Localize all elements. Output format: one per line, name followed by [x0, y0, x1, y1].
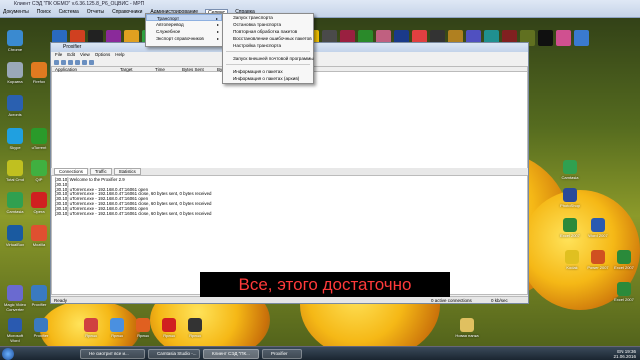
proxifier-menu-view[interactable]: View — [80, 52, 90, 58]
menu-item-packet-info[interactable]: Информация о пакетах — [223, 68, 313, 75]
menu-item-transport-settings[interactable]: Настройка транспорта — [223, 42, 313, 49]
start-button[interactable] — [2, 348, 14, 360]
toolbar-icon[interactable] — [54, 59, 59, 65]
desktop-icon-trash[interactable]: Корзина — [0, 62, 30, 84]
toolbar-icon[interactable] — [68, 59, 73, 65]
desktop-icon-excel[interactable]: Excel 2007 — [558, 218, 582, 238]
column-application[interactable]: Application — [55, 67, 77, 72]
menu-item-start-mail-program[interactable]: Запуск внешней почтовой программы — [223, 55, 314, 62]
column-time[interactable]: Time — [155, 67, 165, 72]
taskbar-item[interactable]: Proxifier — [262, 349, 302, 359]
taskbar: Не смотрит все и... Camtasia Studio -...… — [0, 346, 640, 360]
desktop-icon-proxifier-bottom[interactable]: Proxifier — [28, 318, 54, 338]
menu-item-packet-info-archive[interactable]: Информация о пакетах (архив) — [223, 75, 313, 82]
app-icon[interactable] — [556, 30, 571, 46]
chevron-right-icon: ▸ — [216, 22, 219, 27]
menu-system[interactable]: Система — [58, 9, 80, 17]
desktop-icon-shortcut[interactable]: Ярлык — [156, 318, 182, 338]
proxifier-menu-options[interactable]: Options — [95, 52, 111, 58]
taskbar-item-active[interactable]: Клиент СЭД "ПК... — [203, 349, 259, 359]
desktop-icon-chrome[interactable]: Chrome — [0, 30, 30, 52]
desktop-icon-camtasia-right[interactable]: Camtasia — [558, 160, 582, 180]
chevron-right-icon: ▸ — [216, 36, 219, 41]
desktop-icon-excel-3[interactable]: Excel 2007 — [612, 282, 636, 302]
menu-separator — [226, 64, 310, 66]
menu-item-service[interactable]: Служебное ▸ — [146, 28, 222, 35]
tab-connections[interactable]: Connections — [54, 168, 88, 175]
toolbar-icon[interactable] — [61, 59, 66, 65]
status-rate: 0 kb/sec — [491, 298, 508, 303]
video-caption: Все, этого достаточно — [200, 272, 450, 297]
tab-traffic[interactable]: Traffic — [89, 168, 112, 175]
desktop-icon-word-bottom[interactable]: Microsoft Word — [2, 318, 28, 343]
menu-directories[interactable]: Справочники — [111, 9, 143, 17]
app-icon[interactable] — [574, 30, 589, 46]
app-menubar: Клиент СЭД "ПК ОЕМО" v.6.36.125.8_P6_OЦВ… — [0, 0, 640, 18]
toolbar-icon[interactable] — [75, 59, 80, 65]
menu-documents[interactable]: Документы — [2, 9, 30, 17]
app-icon[interactable] — [538, 30, 553, 46]
proxifier-menu-edit[interactable]: Edit — [67, 52, 75, 58]
desktop-icon-totalcmd[interactable]: Total Cmd — [0, 160, 30, 182]
desktop-icon-shortcut[interactable]: Ярлык — [182, 318, 208, 338]
app-title: Клиент СЭД "ПК ОЕМО" v.6.36.125.8_P6_OЦВ… — [14, 1, 145, 7]
tab-statistics[interactable]: Statistics — [113, 168, 141, 175]
toolbar-icon[interactable] — [82, 59, 87, 65]
desktop-icon-excel-2[interactable]: Excel 2007 — [612, 250, 636, 270]
menu-search[interactable]: Поиск — [36, 9, 52, 17]
column-target[interactable]: Target — [120, 67, 133, 72]
proxifier-menu-file[interactable]: File — [55, 52, 62, 58]
status-connections: 0 active connections — [431, 298, 472, 303]
menu-item-transport[interactable]: Транспорт ▸ — [146, 14, 222, 21]
proxifier-tabs: Connections Traffic Statistics — [51, 168, 528, 175]
desktop-icon-acronis[interactable]: Acronis — [0, 95, 30, 117]
desktop-icon-photoshop[interactable]: PhotoShop — [558, 188, 582, 208]
service-menu: Транспорт ▸ Автоперевод ▸ Служебное ▸ Экспо… — [145, 13, 223, 47]
proxifier-menu-help[interactable]: Help — [115, 52, 124, 58]
menu-reports[interactable]: Отчеты — [86, 9, 105, 17]
connections-table[interactable] — [51, 72, 528, 168]
toolbar-icon[interactable] — [89, 59, 94, 65]
desktop-icon-powerpoint[interactable]: Power 2007 — [586, 250, 610, 270]
menu-separator — [226, 51, 310, 53]
clock-date: 21.06.2016 — [613, 354, 636, 359]
system-tray: EN 19:36 21.06.2016 — [613, 349, 636, 359]
menu-item-autotranslate[interactable]: Автоперевод ▸ — [146, 21, 222, 28]
transport-submenu: Запуск транспорта Остановка транспорта П… — [222, 13, 314, 84]
status-ready: Ready — [54, 298, 68, 303]
desktop-icon-skype[interactable]: Skype — [0, 128, 30, 150]
desktop-icon-shortcut[interactable]: Ярлык — [104, 318, 130, 338]
desktop-icon-shortcut[interactable]: Ярлык — [130, 318, 156, 338]
desktop-icon-shortcut[interactable]: Ярлык — [78, 318, 104, 338]
menu-item-stop-transport[interactable]: Остановка транспорта — [223, 21, 313, 28]
menu-item-export-directories[interactable]: Экспорт справочников ▸ — [146, 35, 222, 42]
desktop-icon-new-folder[interactable]: Новая папка — [455, 318, 479, 338]
desktop-icon-word[interactable]: Word 2007 — [586, 218, 610, 238]
taskbar-item[interactable]: Не смотрит все и... — [80, 349, 145, 359]
menu-item-reprocess-packets[interactable]: Повторная обработка пакетов — [223, 28, 313, 35]
column-bytes-sent[interactable]: Bytes Sent — [182, 67, 204, 72]
desktop-icon-kodak[interactable]: Kodak — [560, 250, 584, 270]
proxifier-statusbar: Ready 0 active connections 0 kb/sec — [51, 296, 528, 303]
taskbar-item[interactable]: Camtasia Studio -... — [148, 349, 200, 359]
log-line: [30.10] uTorrent.exe - 192.168.0.47:1606… — [55, 210, 212, 216]
menu-item-restore-packets[interactable]: Восстановление ошибочных пакетов — [223, 35, 313, 42]
chevron-right-icon: ▸ — [216, 29, 219, 34]
menu-item-start-transport[interactable]: Запуск транспорта — [223, 14, 313, 21]
